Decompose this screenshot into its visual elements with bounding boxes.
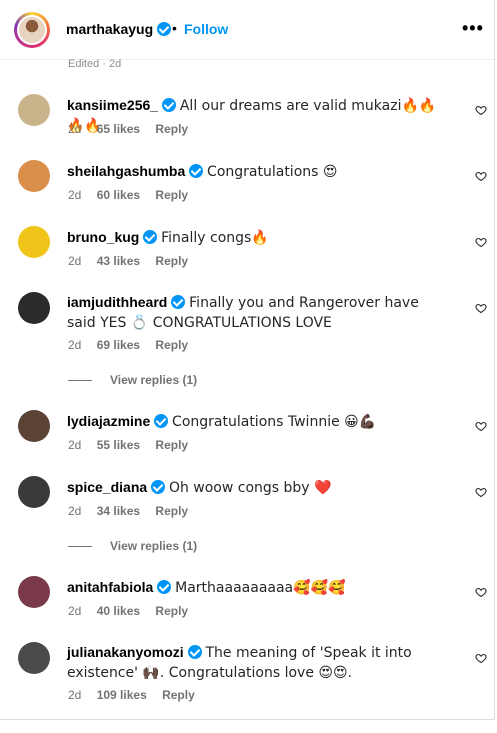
comment-age: 2d [68,188,82,202]
comment-age: 2d [68,604,82,618]
author-avatar[interactable] [14,12,50,48]
like-heart-icon[interactable] [475,104,487,116]
comment-username[interactable]: iamjudithheard [67,294,167,310]
comment-age: 2d [68,504,82,518]
comment-age: 2d [68,338,82,352]
reply-line-divider [68,546,92,548]
like-heart-icon[interactable] [475,236,487,248]
comment-username[interactable]: kansiime256_ [67,97,158,113]
reply-line-divider [68,380,92,382]
reply-button[interactable]: Reply [155,188,188,202]
comment-text: Congratulations 😍 [207,164,338,180]
verified-badge-icon [154,414,169,428]
commenter-avatar[interactable] [18,292,50,324]
verified-badge-icon [151,480,166,494]
view-replies-label: View replies (1) [110,539,198,553]
comment-likes[interactable]: 109 likes [97,688,147,702]
comment-text: Finally congs🔥 [161,230,269,246]
verified-badge-icon [187,645,202,659]
view-replies-label: View replies (1) [110,373,198,387]
like-heart-icon[interactable] [475,302,487,314]
comment-text: Oh woow congs bby ❤️ [168,480,332,496]
comment-likes[interactable]: 40 likes [97,604,140,618]
commenter-avatar[interactable] [18,94,50,126]
commenter-avatar[interactable] [18,642,50,674]
commenter-avatar[interactable] [18,160,50,192]
author-username[interactable]: marthakayug [66,21,153,37]
comment-username[interactable]: anitahfabiola [67,579,153,595]
comment-username[interactable]: bruno_kug [67,229,139,245]
verified-badge-icon [161,98,176,112]
separator-dot: • [172,20,177,36]
comment-username[interactable]: julianakanyomozi [67,644,184,660]
comment-likes[interactable]: 34 likes [97,504,140,518]
view-replies-button[interactable]: View replies (1) [68,539,197,553]
edited-label: Edited · 2d [68,58,122,70]
like-heart-icon[interactable] [475,486,487,498]
reply-button[interactable]: Reply [162,688,195,702]
verified-badge-icon [157,22,172,36]
reply-button[interactable]: Reply [155,438,188,452]
like-heart-icon[interactable] [475,652,487,664]
comment-likes[interactable]: 65 likes [97,122,140,136]
commenter-avatar[interactable] [18,410,50,442]
reply-button[interactable]: Reply [155,504,188,518]
comment-text: Marthaaaaaaaaa🥰🥰🥰 [175,580,346,596]
comment-text: Congratulations Twinnie 😀💪🏿 [172,414,377,430]
comments-panel: marthakayug • Follow ••• Edited · 2d kan… [0,0,495,720]
comment-username[interactable]: spice_diana [67,479,147,495]
like-heart-icon[interactable] [475,170,487,182]
comment-age: 2d [68,122,82,136]
comment-age: 2d [68,688,82,702]
more-options-icon[interactable]: ••• [462,18,484,39]
comment-likes[interactable]: 43 likes [97,254,140,268]
commenter-avatar[interactable] [18,476,50,508]
reply-button[interactable]: Reply [155,122,188,136]
comment-age: 2d [68,254,82,268]
comment-username[interactable]: sheilahgashumba [67,163,185,179]
reply-button[interactable]: Reply [155,604,188,618]
follow-button[interactable]: Follow [184,21,228,37]
view-replies-button[interactable]: View replies (1) [68,373,197,387]
like-heart-icon[interactable] [475,586,487,598]
reply-button[interactable]: Reply [155,338,188,352]
comment-likes[interactable]: 69 likes [97,338,140,352]
comment-likes[interactable]: 55 likes [97,438,140,452]
commenter-avatar[interactable] [18,576,50,608]
verified-badge-icon [157,580,172,594]
comment-likes[interactable]: 60 likes [97,188,140,202]
verified-badge-icon [189,164,204,178]
like-heart-icon[interactable] [475,420,487,432]
reply-button[interactable]: Reply [155,254,188,268]
verified-badge-icon [143,230,158,244]
verified-badge-icon [171,295,186,309]
post-header: marthakayug • Follow ••• [0,0,494,60]
comment-age: 2d [68,438,82,452]
comment-username[interactable]: lydiajazmine [67,413,150,429]
commenter-avatar[interactable] [18,226,50,258]
